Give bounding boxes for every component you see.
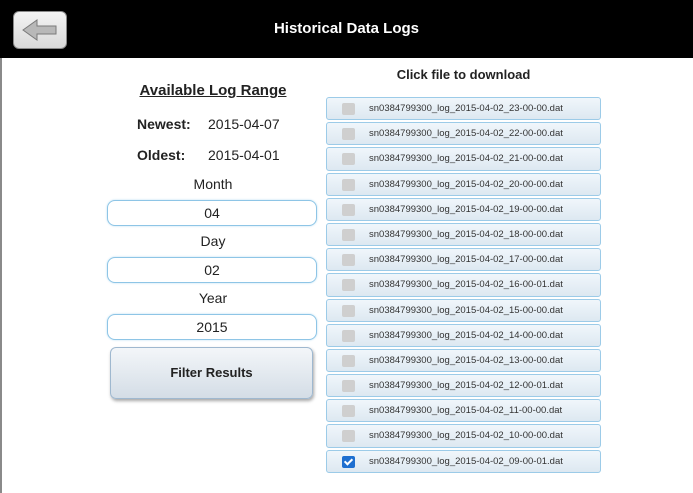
file-checkbox[interactable] — [342, 178, 355, 191]
page-title: Historical Data Logs — [273, 20, 420, 37]
filter-results-button[interactable]: Filter Results — [110, 347, 313, 399]
file-list-item[interactable]: sn0384799300_log_2015-04-02_20-00-00.dat — [326, 172, 601, 196]
file-name: sn0384799300_log_2015-04-02_19-00-00.dat — [369, 203, 563, 215]
file-checkbox[interactable] — [342, 153, 355, 166]
file-list-item[interactable]: sn0384799300_log_2015-04-02_22-00-00.dat — [326, 122, 601, 146]
file-name: sn0384799300_log_2015-04-02_15-00-00.dat — [369, 304, 563, 316]
file-list-item[interactable]: sn0384799300_log_2015-04-02_14-00-00.dat — [326, 323, 601, 347]
newest-value: 2015-04-07 — [208, 116, 280, 132]
oldest-value: 2015-04-01 — [208, 147, 280, 163]
oldest-label: Oldest: — [137, 147, 186, 163]
file-list-item[interactable]: sn0384799300_log_2015-04-02_17-00-00.dat — [326, 248, 601, 272]
left-border — [0, 58, 2, 493]
file-name: sn0384799300_log_2015-04-02_21-00-00.dat — [369, 153, 563, 165]
file-list-item[interactable]: sn0384799300_log_2015-04-02_10-00-00.dat — [326, 424, 601, 448]
file-checkbox[interactable] — [342, 128, 355, 141]
file-checkbox[interactable] — [342, 430, 355, 443]
file-list-item[interactable]: sn0384799300_log_2015-04-02_09-00-01.dat — [326, 449, 601, 473]
file-name: sn0384799300_log_2015-04-02_17-00-00.dat — [369, 254, 563, 266]
download-title: Click file to download — [396, 67, 531, 82]
file-checkbox[interactable] — [342, 354, 355, 367]
file-list-item[interactable]: sn0384799300_log_2015-04-02_16-00-01.dat — [326, 273, 601, 297]
file-name: sn0384799300_log_2015-04-02_20-00-00.dat — [369, 178, 563, 190]
file-list-item[interactable]: sn0384799300_log_2015-04-02_13-00-00.dat — [326, 348, 601, 373]
file-checkbox[interactable] — [342, 228, 355, 241]
file-list-item[interactable]: sn0384799300_log_2015-04-02_21-00-00.dat — [326, 147, 601, 171]
year-label: Year — [198, 290, 228, 306]
month-label: Month — [193, 176, 233, 192]
file-name: sn0384799300_log_2015-04-02_09-00-01.dat — [369, 455, 563, 467]
file-name: sn0384799300_log_2015-04-02_22-00-00.dat — [369, 128, 563, 140]
file-name: sn0384799300_log_2015-04-02_16-00-01.dat — [369, 279, 563, 291]
file-list-item[interactable]: sn0384799300_log_2015-04-02_11-00-00.dat — [326, 399, 601, 423]
file-list-item[interactable]: sn0384799300_log_2015-04-02_23-00-00.dat — [326, 97, 601, 121]
file-checkbox[interactable] — [342, 103, 355, 115]
file-name: sn0384799300_log_2015-04-02_11-00-00.dat — [369, 405, 563, 417]
range-title: Available Log Range — [139, 82, 287, 99]
day-field[interactable]: 02 — [107, 257, 317, 283]
file-name: sn0384799300_log_2015-04-02_23-00-00.dat — [369, 103, 563, 114]
file-list-item[interactable]: sn0384799300_log_2015-04-02_12-00-01.dat — [326, 374, 601, 398]
file-checkbox[interactable] — [342, 405, 355, 418]
file-checkbox[interactable] — [342, 329, 355, 342]
newest-label: Newest: — [137, 116, 191, 132]
header-bar: Historical Data Logs — [0, 0, 693, 58]
file-checkbox[interactable] — [342, 254, 355, 267]
file-checkbox[interactable] — [342, 203, 355, 216]
file-name: sn0384799300_log_2015-04-02_13-00-00.dat — [369, 354, 563, 366]
file-list-item[interactable]: sn0384799300_log_2015-04-02_19-00-00.dat — [326, 197, 601, 221]
file-list-item[interactable]: sn0384799300_log_2015-04-02_18-00-00.dat — [326, 222, 601, 247]
file-list-item[interactable]: sn0384799300_log_2015-04-02_15-00-00.dat — [326, 298, 601, 322]
file-name: sn0384799300_log_2015-04-02_18-00-00.dat — [369, 228, 563, 240]
year-field[interactable]: 2015 — [107, 314, 317, 340]
file-list: sn0384799300_log_2015-04-02_23-00-00.dat… — [326, 97, 601, 475]
file-name: sn0384799300_log_2015-04-02_10-00-00.dat — [369, 430, 563, 442]
file-checkbox[interactable] — [342, 304, 355, 317]
file-checkbox[interactable] — [342, 380, 355, 393]
file-checkbox[interactable] — [342, 455, 355, 468]
file-checkbox[interactable] — [342, 279, 355, 292]
file-name: sn0384799300_log_2015-04-02_12-00-01.dat — [369, 380, 563, 392]
day-label: Day — [200, 233, 226, 249]
file-name: sn0384799300_log_2015-04-02_14-00-00.dat — [369, 329, 563, 341]
month-field[interactable]: 04 — [107, 200, 317, 226]
